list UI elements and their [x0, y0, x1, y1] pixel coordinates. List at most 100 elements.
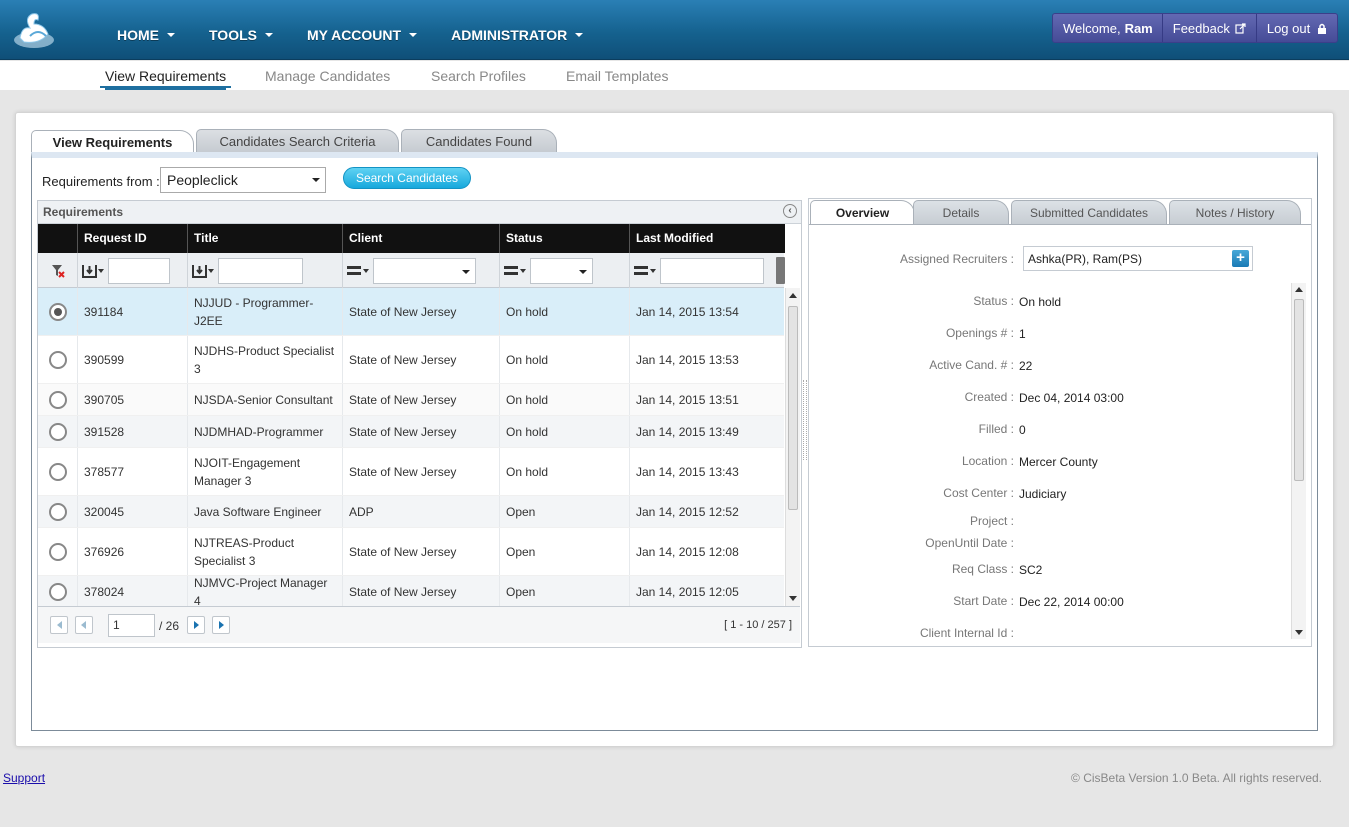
feedback-label: Feedback [1172, 20, 1230, 36]
cell-last-modified: Jan 14, 2015 13:54 [636, 304, 739, 319]
filter-equals-icon[interactable] [347, 264, 369, 278]
assigned-recruiters-label: Assigned Recruiters : [899, 252, 1014, 266]
grid-pager: 1 / 26 [ 1 - 10 / 257 ] [38, 606, 800, 643]
field-value: SC2 [1019, 563, 1043, 577]
tab-candidates-found[interactable]: Candidates Found [401, 129, 557, 152]
tab-details[interactable]: Details [913, 200, 1009, 224]
filter-status-cell [500, 253, 630, 288]
next-page-button[interactable] [187, 616, 205, 634]
nav-my-account[interactable]: MY ACCOUNT [307, 27, 418, 43]
filter-client-select[interactable] [373, 257, 476, 284]
header-status[interactable]: Status [500, 224, 630, 253]
row-radio[interactable] [48, 542, 67, 561]
table-row[interactable]: 320045 Java Software Engineer ADP Open J… [38, 496, 784, 528]
field-label: Active Cand. # : [929, 358, 1014, 372]
filter-contains-icon[interactable] [192, 264, 214, 278]
prev-page-button[interactable] [75, 616, 93, 634]
table-row[interactable]: 391528 NJDMHAD-Programmer State of New J… [38, 416, 784, 448]
assigned-recruiters-field[interactable]: Ashka(PR), Ram(PS) + [1023, 246, 1253, 271]
filter-title-input[interactable] [218, 257, 303, 284]
row-radio[interactable] [48, 350, 67, 369]
table-row[interactable]: 391184 NJJUD - Programmer-J2EE State of … [38, 288, 784, 336]
chevron-down-icon [264, 33, 273, 37]
subnav-search-profiles[interactable]: Search Profiles [431, 68, 526, 84]
nav-home[interactable]: HOME [117, 27, 175, 43]
tab-notes-history[interactable]: Notes / History [1169, 200, 1301, 224]
chevron-down-icon [409, 33, 418, 37]
collapse-left-icon[interactable]: ‹ [783, 204, 797, 218]
header-last-modified[interactable]: Last Modified [630, 224, 785, 253]
chevron-down-icon [579, 269, 587, 274]
header-request-id[interactable]: Request ID [78, 224, 188, 253]
page-number-input[interactable]: 1 [108, 614, 155, 637]
row-radio[interactable] [48, 502, 67, 521]
table-row[interactable]: 390705 NJSDA-Senior Consultant State of … [38, 384, 784, 416]
clear-filter-icon[interactable] [51, 264, 65, 278]
subnav-email-templates[interactable]: Email Templates [566, 68, 668, 84]
first-page-button[interactable] [50, 616, 68, 634]
table-row[interactable]: 378024 NJMVC-Project Manager 4 State of … [38, 576, 784, 606]
feedback-button[interactable]: Feedback [1161, 14, 1256, 42]
filter-client-cell [343, 253, 500, 288]
support-link[interactable]: Support [3, 771, 45, 785]
row-radio[interactable] [48, 302, 67, 321]
add-recruiter-icon[interactable]: + [1232, 250, 1249, 267]
scroll-down-icon[interactable] [1295, 630, 1303, 635]
filter-equals-icon[interactable] [634, 264, 656, 278]
nav-tools[interactable]: TOOLS [209, 27, 273, 43]
record-range: [ 1 - 10 / 257 ] [724, 619, 792, 631]
cell-last-modified: Jan 14, 2015 12:05 [636, 584, 739, 599]
row-radio[interactable] [48, 390, 67, 409]
field-value: Dec 22, 2014 00:00 [1019, 595, 1124, 609]
filter-last-modified-input[interactable] [660, 257, 764, 284]
row-radio[interactable] [48, 422, 67, 441]
nav-administrator[interactable]: ADMINISTRATOR [451, 27, 584, 43]
cell-status: On hold [500, 448, 630, 495]
cell-request-id: 391528 [78, 416, 188, 447]
scroll-down-icon[interactable] [789, 596, 797, 601]
requirements-source-value: Peopleclick [167, 172, 238, 188]
cell-last-modified: Jan 14, 2015 13:51 [636, 392, 739, 407]
subnav-manage-candidates[interactable]: Manage Candidates [265, 68, 390, 84]
search-candidates-button[interactable]: Search Candidates [343, 167, 471, 189]
column-chooser-icon[interactable] [776, 257, 785, 284]
cell-client: State of New Jersey [343, 384, 500, 415]
last-page-button[interactable] [212, 616, 230, 634]
detail-scrollbar[interactable] [1291, 283, 1306, 639]
chevron-down-icon [312, 178, 320, 182]
row-radio[interactable] [48, 582, 67, 601]
welcome-prefix: Welcome, [1063, 20, 1121, 36]
logout-button[interactable]: Log out [1255, 14, 1345, 42]
scroll-up-icon[interactable] [789, 293, 797, 298]
header-client[interactable]: Client [343, 224, 500, 253]
grid-scrollbar[interactable] [785, 288, 800, 606]
splitter-handle[interactable] [803, 380, 807, 460]
scroll-up-icon[interactable] [1295, 287, 1303, 292]
filter-status-select[interactable] [530, 257, 593, 284]
cell-last-modified: Jan 14, 2015 13:43 [636, 464, 739, 479]
table-row[interactable]: 378577 NJOIT-Engagement Manager 3 State … [38, 448, 784, 496]
filter-equals-icon[interactable] [504, 264, 526, 278]
requirements-source-select[interactable]: Peopleclick [160, 167, 326, 193]
tab-overview[interactable]: Overview [810, 200, 915, 225]
logout-label: Log out [1266, 20, 1311, 36]
field-label: Cost Center : [943, 486, 1014, 500]
chevron-down-icon [462, 269, 470, 274]
cell-request-id: 378024 [78, 576, 188, 606]
header-title[interactable]: Title [188, 224, 343, 253]
tab-submitted-candidates[interactable]: Submitted Candidates [1011, 200, 1167, 224]
detail-scroll-thumb[interactable] [1294, 299, 1304, 481]
tab-view-requirements[interactable]: View Requirements [31, 130, 194, 154]
cell-last-modified: Jan 14, 2015 12:52 [636, 504, 739, 519]
swan-logo-icon[interactable] [10, 10, 58, 50]
filter-request-id-input[interactable] [108, 257, 170, 284]
cell-status: Open [500, 576, 630, 606]
cell-title: NJDHS-Product Specialist 3 [188, 336, 343, 383]
table-row[interactable]: 390599 NJDHS-Product Specialist 3 State … [38, 336, 784, 384]
last-page-icon [219, 621, 224, 629]
filter-contains-icon[interactable] [82, 264, 104, 278]
table-row[interactable]: 376926 NJTREAS-Product Specialist 3 Stat… [38, 528, 784, 576]
row-radio[interactable] [48, 462, 67, 481]
tab-candidates-search-criteria[interactable]: Candidates Search Criteria [196, 129, 399, 152]
grid-scroll-thumb[interactable] [788, 306, 798, 510]
